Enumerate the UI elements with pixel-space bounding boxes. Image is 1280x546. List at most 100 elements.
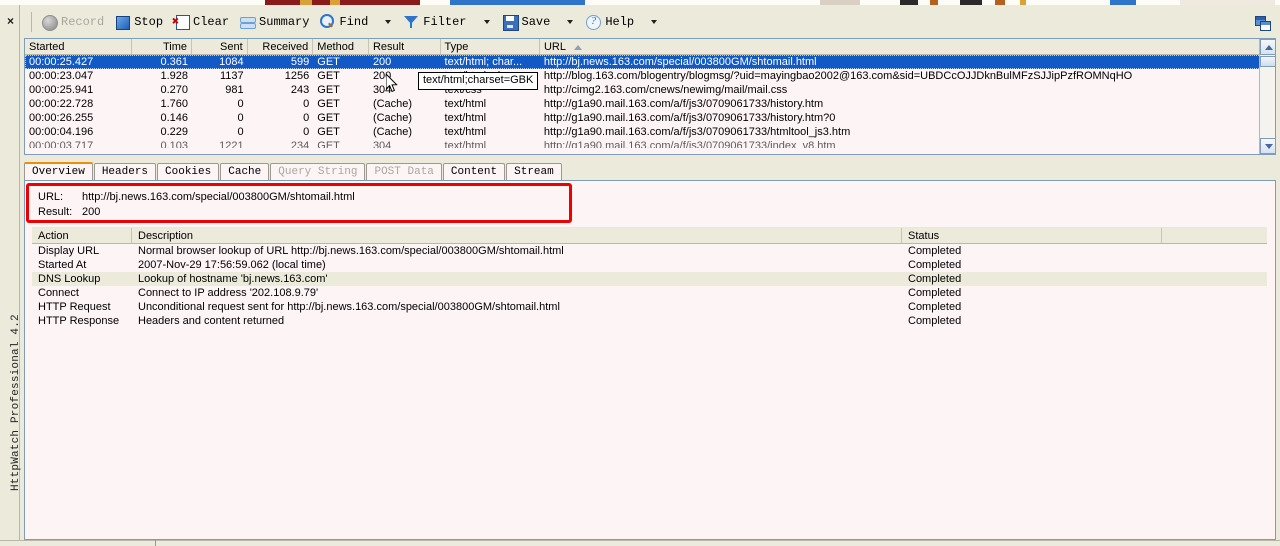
cell-time: 0.229: [132, 125, 192, 139]
tab-cookies[interactable]: Cookies: [157, 163, 219, 181]
table-row[interactable]: 00:00:04.196 0.229 0 0 GET (Cache) text/…: [25, 125, 1275, 139]
cell-method: GET: [313, 111, 369, 125]
column-header-type[interactable]: Type: [441, 39, 540, 54]
table-row[interactable]: 00:00:26.255 0.146 0 0 GET (Cache) text/…: [25, 111, 1275, 125]
column-header-url-label: URL: [544, 41, 566, 53]
stop-icon: [114, 14, 130, 30]
request-grid-scrollbar[interactable]: [1259, 39, 1275, 154]
cell-status: Completed: [902, 244, 1162, 258]
tab-overview[interactable]: Overview: [24, 162, 93, 181]
scrollbar-thumb[interactable]: [1260, 56, 1276, 67]
table-row[interactable]: DNS Lookup Lookup of hostname 'bj.news.1…: [32, 272, 1267, 286]
tab-content[interactable]: Content: [443, 163, 505, 181]
table-row[interactable]: HTTP Response Headers and content return…: [32, 314, 1267, 328]
cell-action: DNS Lookup: [32, 272, 132, 286]
column-header-action[interactable]: Action: [32, 228, 132, 243]
cell-url: http://bj.news.163.com/special/003800GM/…: [540, 55, 1275, 69]
cell-action: Connect: [32, 286, 132, 300]
filter-dropdown-button[interactable]: [473, 11, 496, 33]
column-header-url[interactable]: URL: [540, 39, 1275, 54]
find-button[interactable]: Find: [315, 11, 372, 33]
cell-received: 0: [248, 125, 314, 139]
record-label: Record: [61, 15, 104, 29]
cell-time: 1.928: [132, 69, 192, 83]
cell-url: http://g1a90.mail.163.com/a/f/js3/070906…: [540, 125, 1275, 139]
cell-sent: 0: [192, 111, 248, 125]
column-header-time[interactable]: Time: [132, 39, 192, 54]
status-bar: [0, 540, 1280, 546]
tab-stream[interactable]: Stream: [506, 163, 562, 181]
status-bar-divider: [155, 540, 156, 546]
cell-result: (Cache): [369, 97, 441, 111]
column-header-method[interactable]: Method: [313, 39, 369, 54]
find-label: Find: [339, 15, 368, 29]
clear-label: Clear: [193, 15, 229, 29]
column-header-status[interactable]: Status: [902, 228, 1162, 243]
table-row[interactable]: Connect Connect to IP address '202.108.9…: [32, 286, 1267, 300]
cell-description: 2007-Nov-29 17:56:59.062 (local time): [132, 258, 902, 272]
table-row[interactable]: HTTP Request Unconditional request sent …: [32, 300, 1267, 314]
summary-button[interactable]: Summary: [235, 11, 313, 33]
tab-query-string: Query String: [270, 163, 365, 181]
table-row[interactable]: 00:00:25.427 0.361 1084 599 GET 200 text…: [25, 55, 1275, 69]
help-button[interactable]: Help: [581, 11, 638, 33]
cell-url: http://cimg2.163.com/cnews/newimg/mail/m…: [540, 83, 1275, 97]
table-row[interactable]: 00:00:03.717 0.103 1221 234 GET 304 text…: [25, 139, 1275, 148]
url-label: URL:: [38, 191, 63, 204]
cell-started: 00:00:04.196: [25, 125, 132, 139]
cell-time: 0.270: [132, 83, 192, 97]
table-row[interactable]: Started At 2007-Nov-29 17:56:59.062 (loc…: [32, 258, 1267, 272]
save-button[interactable]: Save: [498, 11, 555, 33]
column-header-started[interactable]: Started: [25, 39, 132, 54]
cell-time: 0.103: [132, 139, 192, 148]
column-header-sent[interactable]: Sent: [192, 39, 248, 54]
table-row[interactable]: 00:00:22.728 1.760 0 0 GET (Cache) text/…: [25, 97, 1275, 111]
cell-sent: 1084: [192, 55, 248, 69]
cell-type: text/html: [441, 125, 540, 139]
type-tooltip: text/html;charset=GBK: [418, 72, 538, 90]
cell-action: Display URL: [32, 244, 132, 258]
filter-button[interactable]: Filter: [399, 11, 470, 33]
cell-method: GET: [313, 55, 369, 69]
help-dropdown-button[interactable]: [640, 11, 663, 33]
scroll-up-button[interactable]: [1260, 39, 1276, 55]
record-icon: [41, 14, 57, 30]
close-icon[interactable]: ×: [4, 15, 17, 28]
scroll-down-button[interactable]: [1260, 138, 1276, 154]
record-button[interactable]: Record: [37, 11, 108, 33]
save-label: Save: [522, 15, 551, 29]
request-grid-header: Started Time Sent Received Method Result…: [25, 39, 1275, 55]
cell-url: http://blog.163.com/blogentry/blogmsg/?u…: [540, 69, 1275, 83]
cell-url: http://g1a90.mail.163.com/a/f/js3/070906…: [540, 111, 1275, 125]
cell-started: 00:00:22.728: [25, 97, 132, 111]
clear-button[interactable]: Clear: [169, 11, 233, 33]
cell-started: 00:00:03.717: [25, 139, 132, 148]
tab-cache[interactable]: Cache: [220, 163, 269, 181]
brand-strip: × HttpWatch Professional 4.2: [0, 5, 20, 546]
save-dropdown-button[interactable]: [556, 11, 579, 33]
cell-description: Headers and content returned: [132, 314, 902, 328]
clear-icon: [173, 14, 189, 30]
sort-ascending-icon: [574, 45, 582, 50]
column-header-description[interactable]: Description: [132, 228, 902, 243]
cell-received: 234: [248, 139, 314, 148]
column-header-received[interactable]: Received: [248, 39, 314, 54]
cell-type: text/html; char...: [441, 55, 540, 69]
find-dropdown-button[interactable]: [374, 11, 397, 33]
cell-result: 200: [369, 55, 441, 69]
cascade-windows-icon[interactable]: [1255, 16, 1272, 32]
tab-headers[interactable]: Headers: [94, 163, 156, 181]
table-row[interactable]: 00:00:23.047 1.928 1137 1256 GET 200 tex…: [25, 69, 1275, 83]
table-row[interactable]: Display URL Normal browser lookup of URL…: [32, 244, 1267, 258]
request-grid-body: 00:00:25.427 0.361 1084 599 GET 200 text…: [25, 55, 1275, 148]
stop-label: Stop: [134, 15, 163, 29]
table-row[interactable]: 00:00:25.941 0.270 981 243 GET 304 text/…: [25, 83, 1275, 97]
summary-label: Summary: [259, 15, 309, 29]
stop-button[interactable]: Stop: [110, 11, 167, 33]
request-grid: Started Time Sent Received Method Result…: [24, 38, 1276, 155]
column-header-result[interactable]: Result: [369, 39, 441, 54]
cell-type: text/html: [441, 139, 540, 148]
cell-status: Completed: [902, 286, 1162, 300]
cell-sent: 0: [192, 125, 248, 139]
overview-table-header: Action Description Status: [32, 227, 1267, 244]
